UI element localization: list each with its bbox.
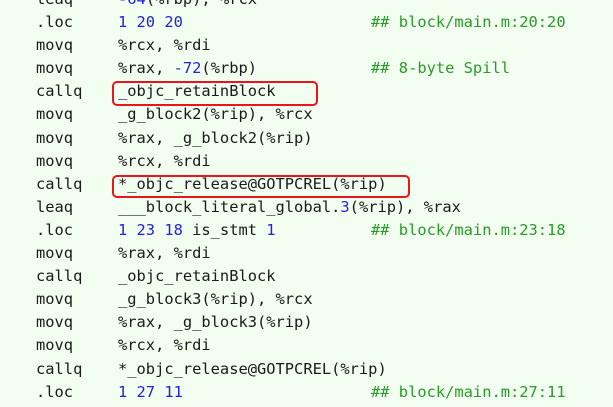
- instruction-mnemonic: movq: [36, 290, 74, 309]
- code-line: .loc 1 20 20 ## block/main.m:20:20: [0, 11, 613, 34]
- operand-text: is_stmt: [182, 220, 267, 239]
- instruction-mnemonic: movq: [36, 36, 74, 55]
- code-line: .loc 1 27 11 ## block/main.m:27:11: [0, 381, 613, 404]
- operand-text: _objc_retainBlock: [118, 82, 276, 101]
- instruction-mnemonic: .loc: [36, 13, 74, 32]
- code-line: movq _g_block3(%rip), %rcx: [0, 288, 613, 311]
- instruction-operands: %rcx, %rdi: [118, 34, 211, 57]
- instruction-mnemonic: callq: [36, 174, 83, 193]
- operand-text: %rax, _g_block3(%rip): [118, 313, 313, 332]
- operand-text: (%rbp), %rcx: [146, 0, 257, 8]
- code-line: callq _objc_retainBlock: [0, 265, 613, 288]
- code-lines: leaq -64(%rbp), %rcx .loc 1 20 20 ## block/m…: [0, 0, 613, 404]
- code-line: leaq ___block_literal_global.3(%rip), %ra…: [0, 196, 613, 219]
- instruction-mnemonic: movq: [36, 128, 74, 147]
- instruction-mnemonic: callq: [36, 82, 83, 101]
- operand-text: %rax, _g_block2(%rip): [118, 128, 313, 147]
- code-line: movq %rcx, %rdi: [0, 334, 613, 357]
- code-comment: ## block/main.m:20:20: [371, 13, 566, 32]
- instruction-mnemonic: leaq: [36, 0, 73, 11]
- instruction-operands: %rax, -72(%rbp): [118, 57, 257, 80]
- operand-text: *_objc_release@GOTPCREL(%rip): [118, 359, 387, 378]
- code-comment: ## 8-byte Spill: [371, 59, 510, 78]
- instruction-operands: %rcx, %rdi: [118, 334, 211, 357]
- code-line: movq %rcx, %rdi: [0, 34, 613, 57]
- code-line: callq *_objc_release@GOTPCREL(%rip): [0, 173, 613, 196]
- numeric-literal: 3: [340, 197, 350, 216]
- instruction-operands: -64(%rbp), %rcx: [118, 0, 257, 11]
- operand-text: %rcx, %rdi: [118, 336, 211, 355]
- code-comment: ## block/main.m:23:18: [371, 220, 566, 239]
- code-line: callq _objc_retainBlock: [0, 80, 613, 103]
- operand-text: _objc_retainBlock: [118, 267, 276, 286]
- operand-text: %rcx, %rdi: [118, 36, 211, 55]
- instruction-operands: 1 27 11: [118, 381, 183, 404]
- instruction-operands: %rcx, %rdi: [118, 150, 211, 173]
- instruction-operands: 1 20 20: [118, 11, 183, 34]
- code-line: leaq -64(%rbp), %rcx: [0, 0, 613, 11]
- numeric-literal: 1 23 18: [118, 220, 183, 239]
- operand-text: _g_block3(%rip), %rcx: [118, 290, 313, 309]
- code-line: .loc 1 23 18 is_stmt 1 ## block/main.m:23:…: [0, 219, 613, 242]
- numeric-literal: 1 27 11: [118, 382, 183, 401]
- numeric-literal: 1: [266, 220, 276, 239]
- instruction-mnemonic: movq: [36, 313, 74, 332]
- operand-text: (%rbp): [201, 59, 258, 78]
- operand-text: (%rip), %rax: [349, 197, 461, 216]
- instruction-mnemonic: movq: [36, 244, 74, 263]
- instruction-mnemonic: callq: [36, 359, 83, 378]
- operand-text: ___block_literal_global.: [118, 197, 341, 216]
- code-line: movq %rcx, %rdi: [0, 150, 613, 173]
- instruction-mnemonic: callq: [36, 267, 83, 286]
- instruction-operands: ___block_literal_global.3(%rip), %rax: [118, 196, 461, 219]
- instruction-mnemonic: leaq: [36, 197, 74, 216]
- instruction-operands: %rax, _g_block2(%rip): [118, 127, 313, 150]
- code-line: callq *_objc_release@GOTPCREL(%rip): [0, 358, 613, 381]
- instruction-operands: 1 23 18 is_stmt 1: [118, 219, 276, 242]
- operand-text: %rax,: [118, 59, 174, 78]
- assembly-code-view: leaq -64(%rbp), %rcx .loc 1 20 20 ## block/m…: [0, 0, 613, 407]
- instruction-operands: *_objc_release@GOTPCREL(%rip): [118, 173, 387, 196]
- instruction-mnemonic: movq: [36, 59, 74, 78]
- numeric-literal: 1 20 20: [118, 13, 183, 32]
- instruction-mnemonic: .loc: [36, 220, 74, 239]
- code-line: movq %rax, _g_block3(%rip): [0, 311, 613, 334]
- instruction-operands: _g_block3(%rip), %rcx: [118, 288, 313, 311]
- instruction-operands: _g_block2(%rip), %rcx: [118, 103, 313, 126]
- operand-text: *_objc_release@GOTPCREL(%rip): [118, 174, 387, 193]
- code-line: movq %rax, %rdi: [0, 242, 613, 265]
- operand-text: %rcx, %rdi: [118, 151, 211, 170]
- operand-text: _g_block2(%rip), %rcx: [118, 105, 313, 124]
- instruction-operands: %rax, _g_block3(%rip): [118, 311, 313, 334]
- instruction-operands: _objc_retainBlock: [118, 265, 276, 288]
- code-line: movq _g_block2(%rip), %rcx: [0, 103, 613, 126]
- numeric-literal: -72: [173, 59, 202, 78]
- instruction-mnemonic: movq: [36, 336, 74, 355]
- instruction-operands: _objc_retainBlock: [118, 80, 276, 103]
- instruction-operands: %rax, %rdi: [118, 242, 211, 265]
- instruction-mnemonic: .loc: [36, 382, 74, 401]
- code-line: movq %rax, -72(%rbp) ## 8-byte Spill: [0, 57, 613, 80]
- instruction-mnemonic: movq: [36, 105, 74, 124]
- code-line: movq %rax, _g_block2(%rip): [0, 127, 613, 150]
- numeric-literal: -64: [118, 0, 146, 8]
- operand-text: %rax, %rdi: [118, 244, 211, 263]
- instruction-mnemonic: movq: [36, 151, 74, 170]
- instruction-operands: *_objc_release@GOTPCREL(%rip): [118, 358, 387, 381]
- code-comment: ## block/main.m:27:11: [371, 382, 566, 401]
